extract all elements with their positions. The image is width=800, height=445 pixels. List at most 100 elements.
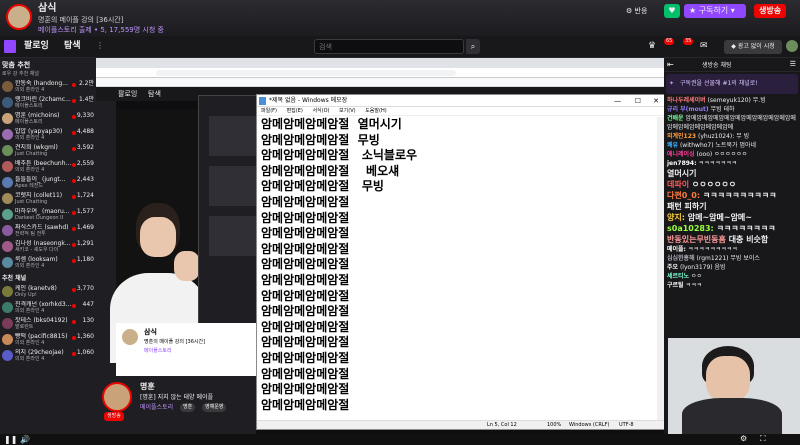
- card-game[interactable]: 메이플스토리: [140, 403, 173, 412]
- sidebar-channel[interactable]: 배추튼 (beechunh... 의외 혼라인 4 2,559: [0, 159, 96, 175]
- chat-username[interactable]: 애니레이싱: [667, 151, 695, 158]
- search-button[interactable]: ⌕: [466, 39, 480, 54]
- gift-icon: ✦: [669, 80, 675, 87]
- chat-username[interactable]: 세르티노: [667, 273, 689, 280]
- chat-username[interactable]: 쾌유: [667, 142, 678, 149]
- chat-username[interactable]: 메이플:: [667, 246, 686, 253]
- chat-username[interactable]: 심심한홍해: [667, 255, 695, 262]
- chat-username[interactable]: 양지:: [667, 213, 685, 222]
- fullscreen-icon[interactable]: ⛶: [760, 434, 766, 444]
- sidebar-title: 맞춤 추천: [2, 61, 31, 69]
- nav-explore[interactable]: 탐색: [64, 41, 81, 52]
- channel-game: Darkest Dungeon II: [15, 215, 64, 221]
- settings-icon[interactable]: ⚙: [740, 434, 747, 444]
- channel-avatar: [2, 129, 13, 140]
- menu-format[interactable]: 서식(O): [312, 108, 329, 114]
- volume-icon[interactable]: 🔊: [20, 435, 30, 444]
- collapse-icon[interactable]: ⇤: [667, 60, 674, 69]
- chat-username[interactable]: 규리 부(mout): [667, 106, 709, 113]
- channel-viewers: 1.4만: [78, 96, 94, 103]
- search-input[interactable]: [314, 39, 464, 54]
- subscribe-button[interactable]: ★ 구독하기 ▾: [684, 4, 746, 18]
- chat-username[interactable]: 하나두레세이버: [667, 97, 706, 104]
- channel-name: 들들들이_ (jungt...: [15, 176, 66, 183]
- chat-username[interactable]: jen7894:: [667, 160, 697, 167]
- notepad-line: 암메암메암메암절: [261, 226, 350, 241]
- sidebar-channel[interactable]: 케인 (kanetv8) Only Up! 3,770: [0, 284, 96, 300]
- channel-name: 한동숙 (handong...: [15, 80, 68, 87]
- sidebar-channel[interactable]: 코렛지 (collet11) Just Chatting 1,724: [0, 191, 96, 207]
- chat-username[interactable]: 구르틸: [667, 282, 684, 289]
- sub-gift-banner[interactable]: ✦ 구독권을 선물해 #1의 채널로!: [666, 74, 798, 94]
- sidebar-channel[interactable]: 얍얍 (yapyap30) 의외 혼라인 4 4,488: [0, 127, 96, 143]
- card-tag-2[interactable]: 영예운영: [202, 403, 227, 412]
- sidebar-channel[interactable]: 진격캐넌 (xorhkd3... 의외 혼라인 4 447: [0, 300, 96, 316]
- user-avatar[interactable]: [786, 40, 798, 52]
- chat-username[interactable]: 데파이: [667, 180, 689, 189]
- chat-text: 무빙 테하: [710, 106, 735, 113]
- sidebar-channel[interactable]: 의지 (29cheojae) 의외 혼라인 4 1,060: [0, 348, 96, 364]
- streamer-name[interactable]: 삼식: [38, 3, 56, 14]
- sidebar-channel[interactable]: 짜식스카드 (sawhd) 전략적 팀 전투 1,469: [0, 223, 96, 239]
- notepad-statusbar: Ln 5, Col 12 100% Windows (CRLF) UTF-8: [257, 420, 665, 429]
- nav-following[interactable]: 팔로잉: [24, 41, 49, 52]
- chat-username[interactable]: s0a10283:: [667, 224, 714, 233]
- chat-username[interactable]: 외계인123: [667, 133, 696, 140]
- channel-viewers: 2,559: [76, 160, 94, 167]
- maximize-button[interactable]: ☐: [635, 95, 641, 107]
- channel-game: 의외 혼라인 4: [15, 135, 45, 141]
- close-button[interactable]: ✕: [653, 95, 659, 107]
- streamer-avatar[interactable]: [6, 4, 32, 30]
- nav-more-icon[interactable]: ⋮: [96, 41, 104, 50]
- sidebar-channel[interactable]: 랭크바린 (2chamc... 메이플스토리 1.4만: [0, 95, 96, 111]
- notepad-text-area[interactable]: 암메암메암메암절 열머시기 암메암메암메암절 무빙 암메암메암메암절 소닉블로우 암메…: [261, 117, 651, 417]
- inner-stream-title: 명훈의 메이플 강의 [36시간]: [144, 339, 206, 345]
- channel-viewers: 1,291: [76, 240, 94, 247]
- notice-button[interactable]: ⚙ 반응: [626, 7, 647, 16]
- sidebar-channel[interactable]: 한동숙 (handong... 의외 혼라인 4 2.2만: [0, 79, 96, 95]
- chat-username[interactable]: 건배운: [667, 115, 684, 122]
- live-dot-icon: [72, 259, 76, 263]
- sidebar: 맞춤 추천 로우 강 추천 채널 한동숙 (handong... 의외 혼라인 4…: [0, 58, 96, 445]
- inbox-icon[interactable]: ✉: [700, 41, 708, 51]
- notepad-line: 암메암메암메암절 소닉블로우: [261, 148, 418, 163]
- channel-avatar: [2, 177, 13, 188]
- inner-streamer-name: 삼식: [144, 328, 157, 336]
- play-button[interactable]: ❚❚: [4, 435, 17, 444]
- chat-username[interactable]: 다편0_0:: [667, 191, 700, 200]
- sidebar-channel[interactable]: 룩셈 (looksam) 의외 혼라인 4 1,180: [0, 255, 96, 271]
- menu-view[interactable]: 보기(V): [339, 108, 356, 114]
- sidebar-channel[interactable]: 김나성 (naseongk... 새키코 - 셰도우 다이 1,291: [0, 239, 96, 255]
- crown-icon[interactable]: ♛: [648, 41, 656, 51]
- channel-game: Only Up!: [15, 292, 37, 298]
- channel-avatar: [2, 161, 13, 172]
- chat-username[interactable]: 반동있는무빈동흠: [667, 235, 726, 244]
- menu-file[interactable]: 파일(F): [261, 108, 277, 114]
- minimize-button[interactable]: —: [614, 95, 621, 107]
- twitch-logo-icon[interactable]: [4, 40, 16, 53]
- chat-text: ㅋㅋㅋㅋㅋㅋㅋㅋ: [716, 224, 776, 233]
- notepad-title: *제목 없음 - Windows 메모장: [269, 97, 348, 104]
- card-tag-1[interactable]: 명훈: [180, 403, 196, 412]
- sidebar-channel[interactable]: 명훈 (michoins) 메이플스토리 9,330: [0, 111, 96, 127]
- channel-name: 잣테스 (bks04192): [15, 317, 68, 324]
- ad-free-button[interactable]: ◆ 광고 없이 시청: [724, 40, 782, 54]
- sidebar-channel[interactable]: 마하우여_ (maoru... Darkest Dungeon II 1,577: [0, 207, 96, 223]
- sidebar-channel[interactable]: 잣테스 (bks04192) 발로란트 130: [0, 316, 96, 332]
- card-name[interactable]: 명훈: [140, 382, 155, 391]
- heart-button[interactable]: ♥: [664, 4, 680, 18]
- sidebar-channel[interactable]: 견지희 (wkgml) Just Chatting 3,592: [0, 143, 96, 159]
- channel-viewers: 1,469: [76, 224, 94, 231]
- sidebar-channel[interactable]: 들들들이_ (jungt... Apex 레전드 2,443: [0, 175, 96, 191]
- menu-help[interactable]: 도움말(H): [365, 108, 386, 114]
- notepad-line: 암메암메암메암절 베오섀: [261, 163, 400, 178]
- channel-viewers: 447: [82, 301, 94, 308]
- notepad-line: 암메암메암메암절: [261, 304, 350, 319]
- card-avatar[interactable]: [102, 382, 132, 412]
- users-icon[interactable]: ☰: [790, 60, 796, 68]
- chat-username[interactable]: 주오: [667, 264, 678, 271]
- channel-name: 견지희 (wkgml): [15, 144, 58, 151]
- sidebar-channel[interactable]: 빵떡 (pacific8815) 의외 혼라인 4 1,360: [0, 332, 96, 348]
- search-icon: ⌕: [470, 42, 476, 51]
- menu-edit[interactable]: 편집(E): [287, 108, 303, 114]
